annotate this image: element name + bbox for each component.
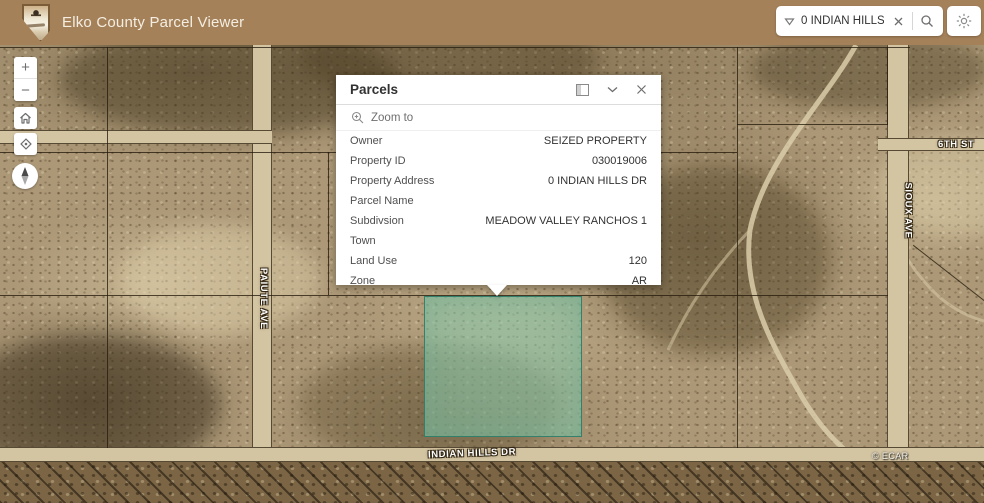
popup-title: Parcels <box>350 82 576 97</box>
map-hatch-area <box>0 462 984 503</box>
parcel-line-diagonal <box>913 245 984 310</box>
zoom-widget: + − <box>14 57 37 101</box>
locate-icon <box>18 136 34 152</box>
parcel-viewer-app: Elko County Parcel Viewer <box>0 0 984 503</box>
search-submit-icon[interactable] <box>917 10 937 32</box>
zoom-to-icon <box>351 111 364 124</box>
parcel-line <box>328 152 329 295</box>
parcel-line <box>737 47 738 448</box>
popup-pointer <box>487 285 507 296</box>
search-dropdown-caret-icon[interactable] <box>782 15 797 28</box>
field-row-owner: Owner SEIZED PROPERTY <box>336 131 661 151</box>
popup-collapse-icon[interactable] <box>607 86 618 93</box>
road-indian-hills-dr <box>0 447 984 462</box>
search-input[interactable] <box>801 15 884 27</box>
popup-dock-icon[interactable] <box>576 84 589 96</box>
road-dirt-west <box>0 130 272 144</box>
parcel-line <box>0 47 910 48</box>
search-clear-icon[interactable] <box>888 10 908 32</box>
elko-county-logo <box>22 4 50 42</box>
locate-button[interactable] <box>14 133 37 155</box>
compass-button[interactable] <box>12 163 38 189</box>
road-paiute-ave <box>252 45 272 448</box>
parcel-line <box>737 124 888 125</box>
compass-needle-icon <box>18 166 32 186</box>
brightness-toggle-button[interactable] <box>947 6 981 36</box>
parcel-popup: Parcels Zoom to <box>336 75 661 285</box>
field-row-subdivision: Subdivsion MEADOW VALLEY RANCHOS 1 <box>336 211 661 231</box>
home-icon <box>18 111 33 125</box>
search-divider <box>912 12 913 30</box>
parcel-line <box>107 47 108 448</box>
field-row-land-use: Land Use 120 <box>336 251 661 271</box>
field-row-town: Town <box>336 231 661 251</box>
field-row-property-id: Property ID 030019006 <box>336 151 661 171</box>
zoom-to-label: Zoom to <box>371 112 413 124</box>
field-row-zone: Zone AR <box>336 271 661 285</box>
app-header: Elko County Parcel Viewer <box>0 0 984 45</box>
popup-header: Parcels <box>336 75 661 105</box>
road-6th-st <box>878 138 984 151</box>
road-sioux-ave <box>887 45 909 448</box>
search-box[interactable] <box>776 6 943 36</box>
terrain-shade <box>750 45 984 110</box>
terrain-shade <box>120 225 320 335</box>
app-title: Elko County Parcel Viewer <box>62 14 244 31</box>
popup-close-icon[interactable] <box>636 84 647 95</box>
zoom-in-button[interactable]: + <box>14 57 37 79</box>
popup-fields: Owner SEIZED PROPERTY Property ID 030019… <box>336 131 661 285</box>
zoom-out-button[interactable]: − <box>14 79 37 101</box>
field-row-property-address: Property Address 0 INDIAN HILLS DR <box>336 171 661 191</box>
field-row-parcel-name: Parcel Name <box>336 191 661 211</box>
home-button[interactable] <box>14 107 37 129</box>
map-canvas[interactable]: PAIUTE AVE 6TH ST SIOUX AVE INDIAN HILLS… <box>0 45 984 503</box>
selected-parcel-highlight[interactable] <box>424 296 582 437</box>
sun-icon <box>956 13 972 29</box>
zoom-to-action[interactable]: Zoom to <box>336 105 661 131</box>
